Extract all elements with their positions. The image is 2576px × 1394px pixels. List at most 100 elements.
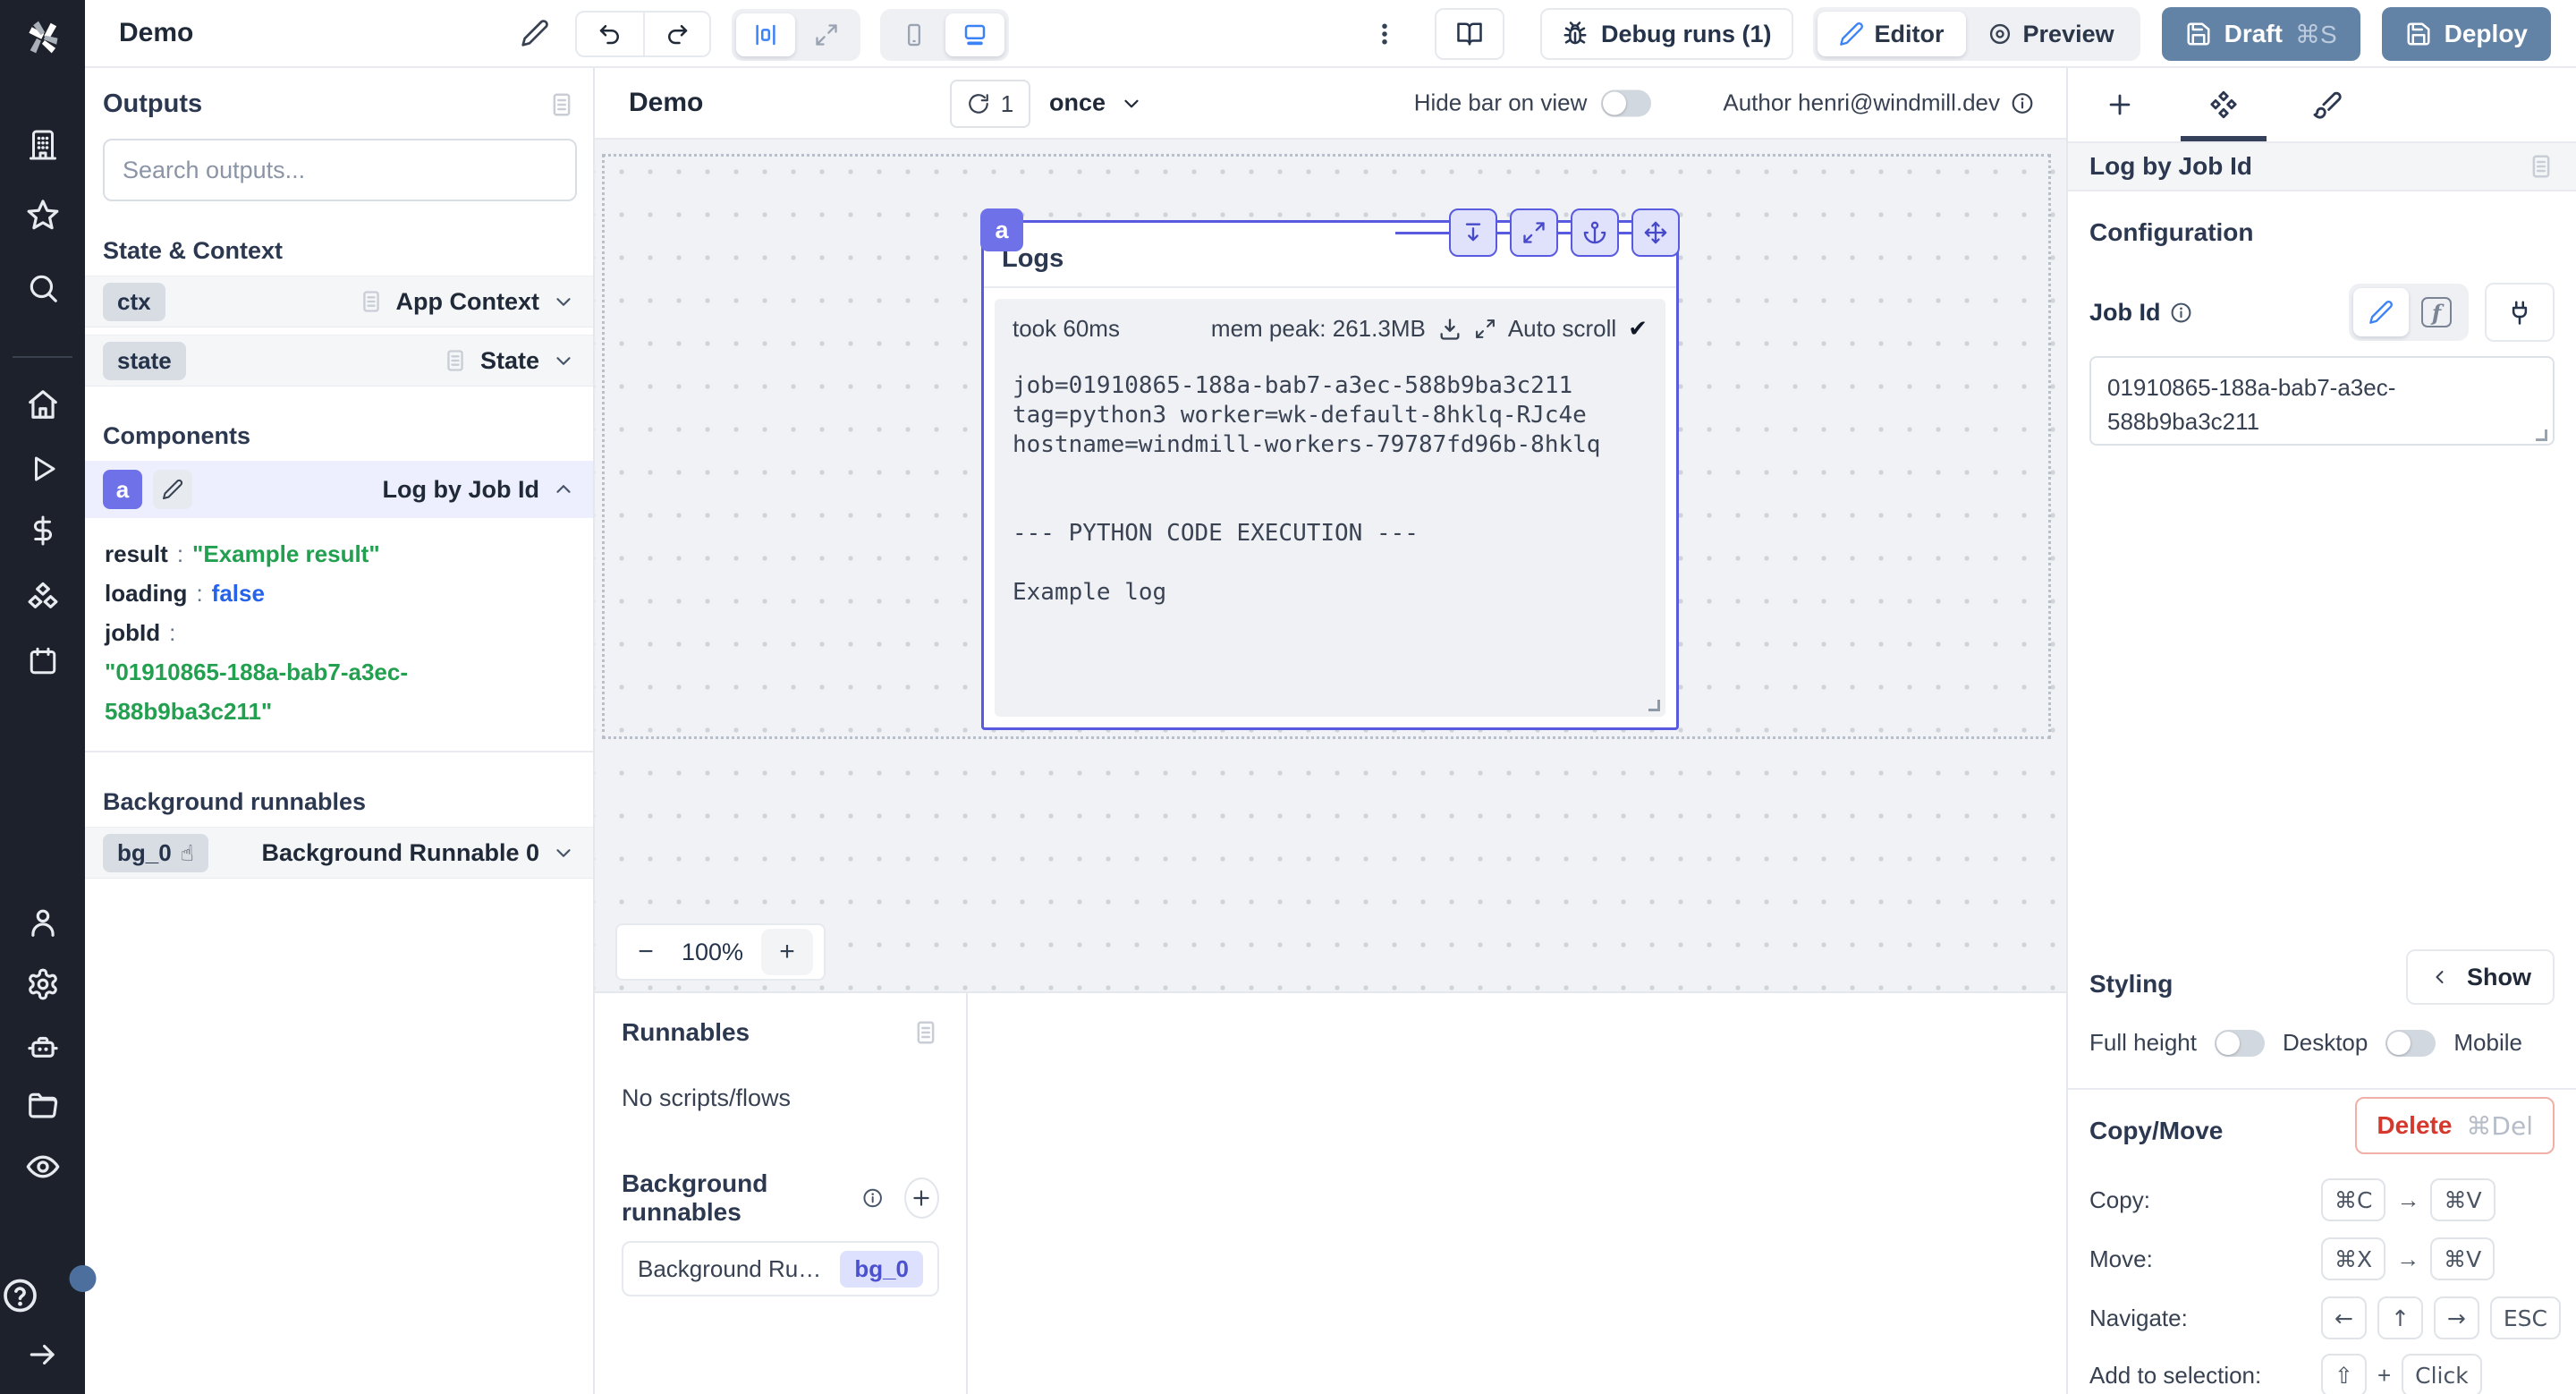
center-align-button[interactable] [736,13,795,56]
auto-scroll-checkbox[interactable]: ✔ [1628,316,1648,343]
component-a-row[interactable]: a Log by Job Id [85,461,593,518]
zoom-out-button[interactable]: − [628,937,664,967]
component-id-badge: a [103,470,142,509]
connect-plug-icon[interactable] [2485,283,2555,342]
styling-heading: Styling [2089,970,2173,999]
run-mode-select[interactable]: once [1049,89,1143,117]
undo-button[interactable] [577,13,643,55]
loading-prop[interactable]: loading:false [105,574,573,613]
folder-icon[interactable] [26,1089,60,1123]
play-icon[interactable] [27,453,59,485]
chevron-up-icon[interactable] [552,478,575,501]
job-id-input[interactable]: 01910865-188a-bab7-a3ec-588b9ba3c211 [2089,356,2555,446]
search-icon[interactable] [26,271,60,305]
notification-dot [69,1265,96,1292]
state-row[interactable]: state State [85,335,593,387]
star-icon[interactable] [26,198,60,232]
desktop-view-button[interactable] [945,13,1004,56]
full-width-button[interactable] [797,13,856,56]
zoom-in-button[interactable]: + [761,929,813,975]
function-input-icon[interactable]: f [2409,288,2464,336]
shortcut-label: Move: [2089,1245,2153,1273]
chevron-down-icon[interactable] [552,349,575,372]
result-prop[interactable]: result:"Example result" [105,534,573,574]
arrow-right-icon[interactable] [26,1338,60,1372]
move-icon[interactable] [1631,208,1680,257]
cubes-icon[interactable] [26,580,60,614]
log-viewer[interactable]: took 60ms mem peak: 261.3MB Auto scroll … [995,299,1665,717]
building-icon[interactable] [27,129,59,161]
component-label: Log by Job Id [383,476,540,504]
doc-icon[interactable] [2528,153,2555,180]
fill-height-icon[interactable] [1449,208,1497,257]
log-text: job=01910865-188a-bab7-a3ec-588b9ba3c211… [1013,371,1648,608]
user-icon[interactable] [26,905,60,939]
bg-runnable-item[interactable]: Background Runnable 0 bg_0 [622,1241,939,1296]
delete-shortcut: ⌘Del [2466,1111,2533,1141]
component-selection-badge[interactable]: a [980,208,1023,251]
debug-runs-button[interactable]: Debug runs (1) [1540,8,1793,60]
deploy-button[interactable]: Deploy [2382,7,2551,61]
runnables-panel: Runnables No scripts/flows Background ru… [595,991,968,1394]
calendar-icon[interactable] [27,645,59,677]
jobid-prop[interactable]: jobId: [105,613,573,652]
delete-component-button[interactable]: Delete ⌘Del [2355,1097,2555,1154]
desktop-toggle[interactable] [2385,1030,2436,1057]
bg-runnable-row[interactable]: bg_0 ☝ Background Runnable 0 [85,827,593,879]
doc-icon [443,348,468,373]
expand-logs-icon[interactable] [1474,318,1496,340]
gear-icon[interactable] [26,967,60,1001]
info-icon[interactable] [2170,302,2192,324]
canvas-grid[interactable]: a Logs [595,140,2066,991]
chevron-down-icon[interactable] [552,841,575,864]
robot-icon[interactable] [26,1030,60,1064]
undo-redo-group [575,11,711,57]
add-bg-runnable-button[interactable] [904,1177,939,1219]
draft-button[interactable]: Draft ⌘S [2162,7,2360,61]
windmill-logo-icon[interactable] [20,14,66,61]
state-label: State [480,347,539,375]
download-logs-icon[interactable] [1437,317,1462,342]
resize-handle[interactable] [2536,429,2547,441]
zoom-level: 100% [682,939,743,966]
chevron-left-icon [2429,966,2451,988]
anchor-icon[interactable] [1571,208,1619,257]
runnables-title: Runnables [622,1018,750,1047]
eye-icon[interactable] [25,1149,61,1185]
help-icon[interactable] [0,1276,85,1315]
dollar-icon[interactable] [27,514,59,547]
chevron-down-icon[interactable] [552,290,575,313]
edit-id-pencil-icon[interactable] [153,470,192,509]
tab-insert-component[interactable] [2068,68,2172,141]
expand-icon[interactable] [1510,208,1558,257]
prop-value: false [212,580,265,607]
home-icon[interactable] [26,387,60,421]
tab-styling[interactable] [2275,68,2379,141]
doc-icon[interactable] [548,91,575,118]
tab-editor[interactable]: Editor [1818,12,1966,56]
rename-pencil-icon[interactable] [521,19,549,47]
full-height-toggle[interactable] [2215,1030,2265,1057]
background-runnables-heading: Background runnables [103,788,575,816]
more-menu-icon[interactable] [1367,19,1402,49]
tab-component-settings[interactable] [2172,68,2275,141]
mobile-view-button[interactable] [885,13,944,56]
search-outputs-input[interactable] [103,139,577,201]
resize-handle[interactable] [1648,700,1660,711]
doc-icon[interactable] [912,1019,939,1046]
docs-button[interactable] [1435,8,1504,60]
show-styling-button[interactable]: Show [2406,949,2555,1005]
hide-bar-toggle[interactable] [1601,89,1651,116]
state-context-heading: State & Context [103,237,575,265]
logs-component[interactable]: a Logs [981,220,1679,730]
info-icon[interactable] [2011,91,2034,115]
tab-preview[interactable]: Preview [1966,12,2136,56]
mem-peak-label: mem peak: 261.3MB [1211,315,1426,343]
kbd-key: ⌘V [2430,1237,2495,1280]
refresh-count-button[interactable]: 1 [950,80,1030,128]
ctx-row[interactable]: ctx App Context [85,276,593,327]
info-icon[interactable] [862,1186,883,1211]
redo-button[interactable] [643,13,709,55]
jobid-prop-value[interactable]: "01910865-188a-bab7-a3ec-588b9ba3c211" [105,652,573,731]
static-input-pencil-icon[interactable] [2353,288,2409,336]
